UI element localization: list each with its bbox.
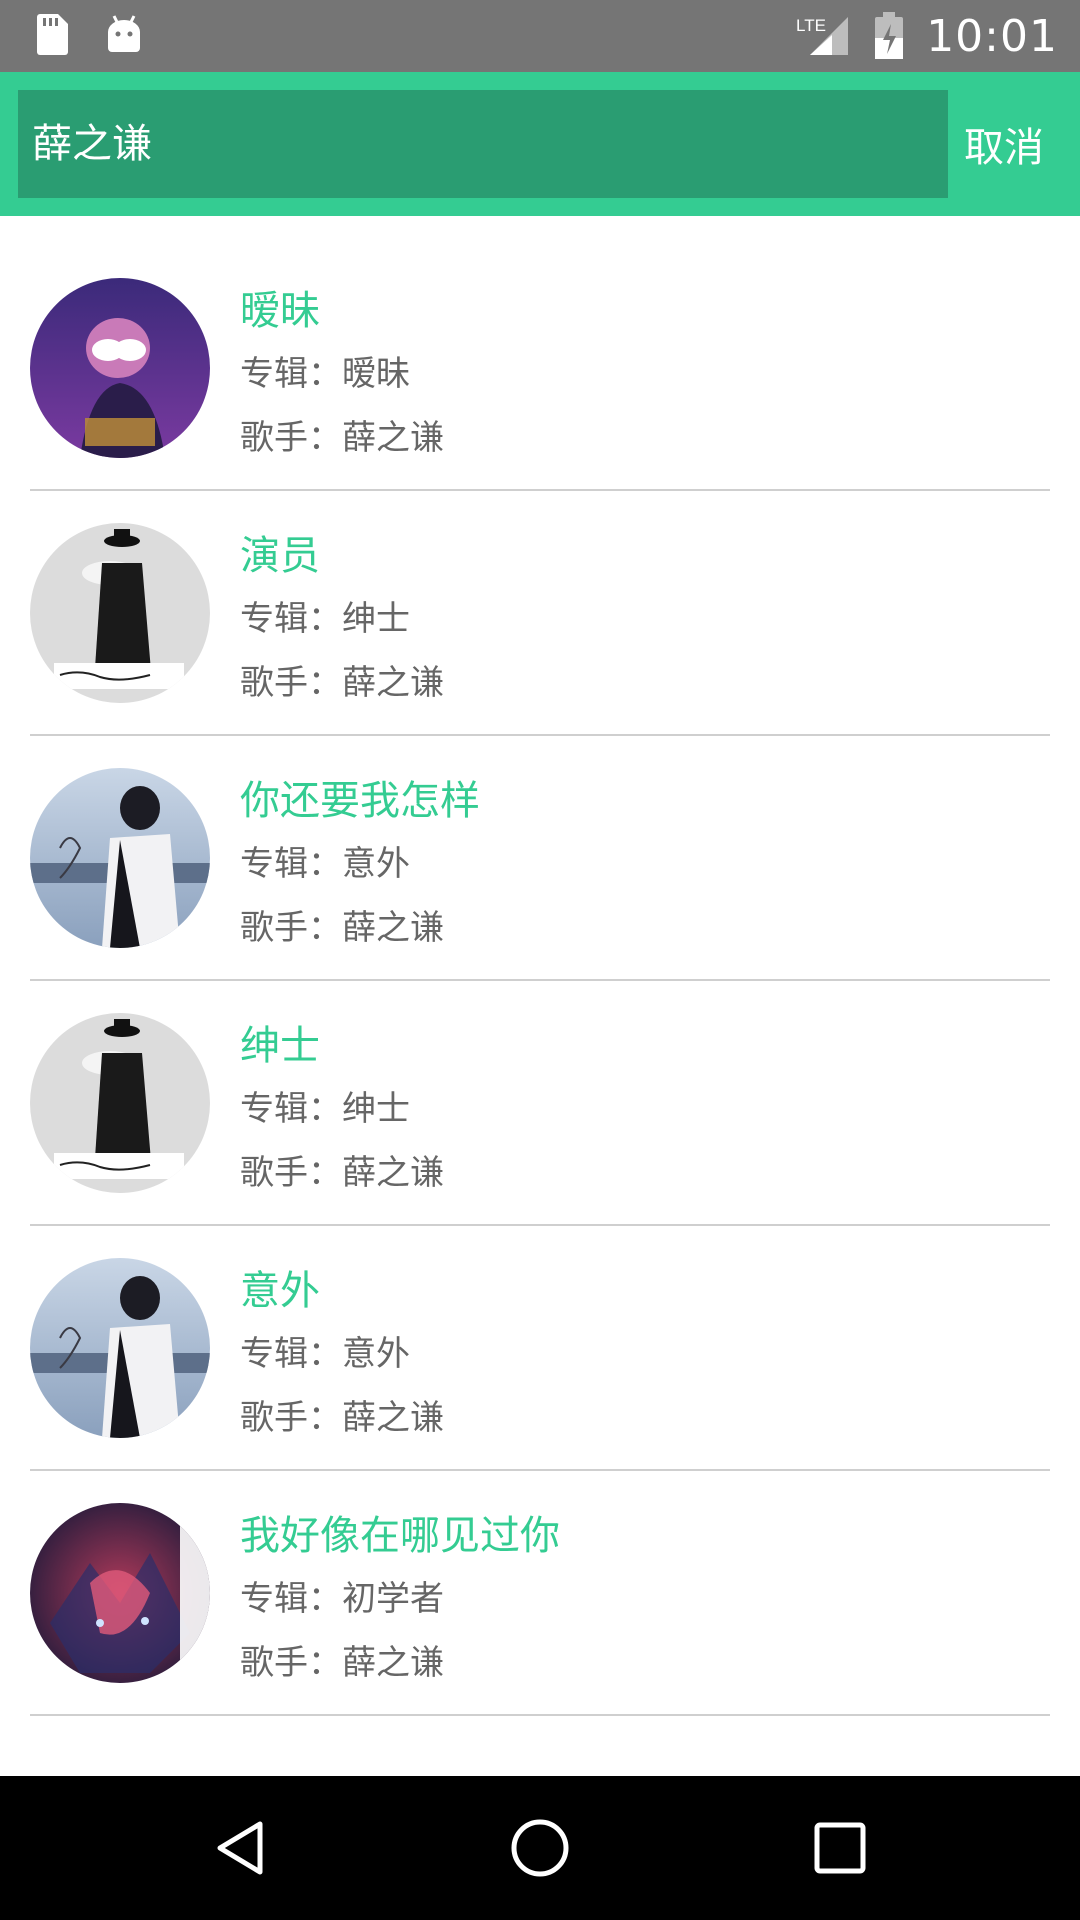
recents-icon[interactable]: [800, 1812, 880, 1884]
album-cover-yiwai: [30, 768, 210, 948]
search-input[interactable]: [32, 90, 932, 190]
song-singer: 歌手：薛之谦: [240, 663, 444, 703]
album-cover-yiwai: [30, 1258, 210, 1438]
clock: 10:01: [926, 10, 1058, 62]
search-box[interactable]: [18, 90, 948, 198]
song-album: 专辑：绅士: [240, 599, 410, 639]
network-label: LTE: [796, 16, 826, 35]
song-singer: 歌手：薛之谦: [240, 1398, 444, 1438]
navigation-bar: [0, 1776, 1080, 1920]
song-item[interactable]: 你还要我怎样 专辑：意外 歌手：薛之谦: [30, 736, 1050, 981]
android-icon: [104, 12, 144, 56]
status-bar: LTE 10:01: [0, 0, 1080, 72]
song-title: 你还要我怎样: [240, 778, 480, 824]
cancel-button[interactable]: 取消: [948, 72, 1060, 216]
back-icon[interactable]: [200, 1812, 280, 1884]
song-singer: 歌手：薛之谦: [240, 908, 444, 948]
album-cover-shenshi: [30, 1013, 210, 1193]
album-cover-aimei: [30, 278, 210, 458]
signal-icon: LTE: [796, 13, 852, 59]
song-album: 专辑：绅士: [240, 1089, 410, 1129]
song-title: 我好像在哪见过你: [240, 1513, 560, 1559]
song-singer: 歌手：薛之谦: [240, 1643, 444, 1683]
song-item[interactable]: 我好像在哪见过你 专辑：初学者 歌手：薛之谦: [30, 1471, 1050, 1716]
song-album: 专辑：意外: [240, 844, 410, 884]
song-title: 演员: [240, 533, 320, 579]
song-item[interactable]: 暧昧 专辑：暧昧 歌手：薛之谦: [30, 246, 1050, 491]
song-item[interactable]: 绅士 专辑：绅士 歌手：薛之谦: [30, 981, 1050, 1226]
song-album: 专辑：暧昧: [240, 354, 410, 394]
home-icon[interactable]: [500, 1812, 580, 1884]
song-title: 意外: [240, 1268, 320, 1314]
song-item[interactable]: 意外 专辑：意外 歌手：薛之谦: [30, 1226, 1050, 1471]
song-singer: 歌手：薛之谦: [240, 418, 444, 458]
song-album: 专辑：初学者: [240, 1579, 444, 1619]
song-album: 专辑：意外: [240, 1334, 410, 1374]
song-singer: 歌手：薛之谦: [240, 1153, 444, 1193]
sd-card-icon: [34, 12, 70, 56]
song-title: 暧昧: [240, 288, 320, 334]
search-header: 取消: [0, 72, 1080, 216]
album-cover-shenshi: [30, 523, 210, 703]
song-item[interactable]: 演员 专辑：绅士 歌手：薛之谦: [30, 491, 1050, 736]
album-cover-chuxuezhe: [30, 1503, 210, 1683]
battery-charging-icon: [874, 12, 904, 60]
song-title: 绅士: [240, 1023, 320, 1069]
